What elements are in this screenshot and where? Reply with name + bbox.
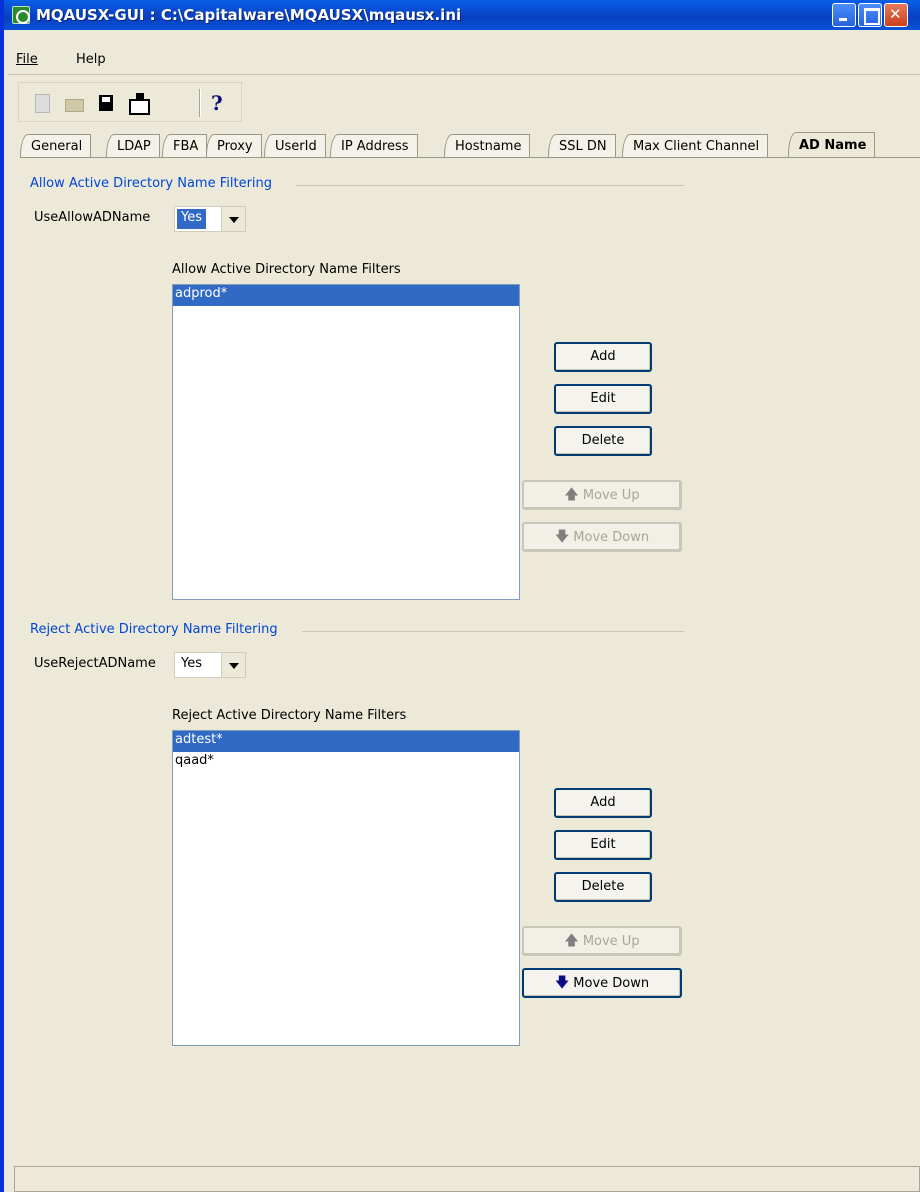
window-title: MQAUSX-GUI : C:\Capitalware\MQAUSX\mqaus… bbox=[36, 6, 462, 24]
tab-baseline bbox=[20, 157, 920, 158]
menu-help-label: Help bbox=[76, 52, 106, 67]
close-button[interactable] bbox=[884, 3, 908, 27]
save-disk-icon[interactable] bbox=[96, 93, 116, 113]
allow-filter-list[interactable]: adprod* bbox=[172, 284, 520, 600]
toolbar-divider bbox=[199, 89, 201, 117]
reject-filter-list[interactable]: adtest* qaad* bbox=[172, 730, 520, 1046]
use-allow-adname-label: UseAllowADName bbox=[34, 210, 151, 225]
list-item[interactable]: adtest* bbox=[173, 731, 519, 752]
button-label: Move Down bbox=[573, 976, 650, 991]
new-file-icon[interactable] bbox=[32, 93, 52, 113]
allow-section-title: Allow Active Directory Name Filtering bbox=[30, 176, 273, 191]
tab-hostname[interactable]: Hostname bbox=[444, 134, 531, 158]
arrow-up-icon: 🡅 bbox=[564, 933, 579, 949]
allow-delete-button[interactable]: Delete bbox=[554, 426, 652, 456]
toolbar: ? bbox=[18, 82, 242, 122]
tab-ad-name[interactable]: AD Name bbox=[788, 132, 876, 158]
menu-bar: File Help bbox=[8, 46, 920, 70]
menu-help[interactable]: Help bbox=[76, 52, 106, 67]
reject-list-label: Reject Active Directory Name Filters bbox=[172, 708, 407, 723]
tab-general[interactable]: General bbox=[20, 134, 92, 158]
tab-bar: General LDAP FBA Proxy UserId IP Address… bbox=[20, 132, 920, 158]
button-label: Move Up bbox=[582, 488, 640, 503]
list-item[interactable]: adprod* bbox=[173, 285, 519, 306]
tab-label: Proxy bbox=[217, 139, 253, 154]
list-item[interactable]: qaad* bbox=[173, 752, 519, 773]
reject-section-rule bbox=[302, 631, 684, 632]
button-label: Move Down bbox=[573, 530, 650, 545]
tab-userid[interactable]: UserId bbox=[264, 134, 326, 158]
reject-move-down-button[interactable]: 🡇 Move Down bbox=[522, 968, 682, 998]
tab-label: IP Address bbox=[341, 139, 409, 154]
help-icon[interactable]: ? bbox=[211, 91, 231, 115]
combo-value: Yes bbox=[177, 209, 206, 229]
tab-proxy[interactable]: Proxy bbox=[206, 134, 262, 158]
tab-label: General bbox=[31, 139, 83, 154]
reject-move-up-button[interactable]: 🡅 Move Up bbox=[522, 926, 682, 956]
combo-value: Yes bbox=[181, 656, 202, 671]
reject-delete-button[interactable]: Delete bbox=[554, 872, 652, 902]
chevron-down-icon[interactable] bbox=[221, 653, 245, 677]
tab-label: LDAP bbox=[117, 139, 151, 154]
tab-label: UserId bbox=[275, 139, 317, 154]
tab-label: Hostname bbox=[455, 139, 522, 154]
use-reject-adname-combo[interactable]: Yes bbox=[174, 652, 246, 678]
reject-add-button[interactable]: Add bbox=[554, 788, 652, 818]
tab-ip-address[interactable]: IP Address bbox=[330, 134, 418, 158]
menu-separator bbox=[8, 74, 920, 75]
tab-ssl-dn[interactable]: SSL DN bbox=[548, 134, 616, 158]
app-icon bbox=[12, 6, 30, 24]
tab-label: Max Client Channel bbox=[633, 139, 760, 154]
app-window: MQAUSX-GUI : C:\Capitalware\MQAUSX\mqaus… bbox=[0, 0, 920, 1192]
allow-list-label: Allow Active Directory Name Filters bbox=[172, 262, 401, 277]
menu-file-label: File bbox=[16, 52, 38, 67]
title-bar[interactable]: MQAUSX-GUI : C:\Capitalware\MQAUSX\mqaus… bbox=[4, 0, 920, 30]
maximize-button[interactable] bbox=[858, 3, 882, 27]
allow-edit-button[interactable]: Edit bbox=[554, 384, 652, 414]
allow-add-button[interactable]: Add bbox=[554, 342, 652, 372]
tab-fba[interactable]: FBA bbox=[162, 134, 208, 158]
button-label: Move Up bbox=[582, 934, 640, 949]
menu-file[interactable]: File bbox=[16, 52, 38, 67]
tab-label: AD Name bbox=[799, 138, 867, 153]
use-reject-adname-label: UseRejectADName bbox=[34, 656, 156, 671]
reject-section-title: Reject Active Directory Name Filtering bbox=[30, 622, 278, 637]
tab-label: FBA bbox=[173, 139, 199, 154]
tab-ldap[interactable]: LDAP bbox=[106, 134, 160, 158]
open-folder-icon[interactable] bbox=[64, 93, 84, 113]
arrow-down-icon: 🡇 bbox=[554, 975, 570, 991]
save-as-icon[interactable] bbox=[128, 93, 150, 115]
arrow-up-icon: 🡅 bbox=[564, 487, 579, 503]
use-allow-adname-combo[interactable]: Yes bbox=[174, 206, 246, 232]
chevron-down-icon[interactable] bbox=[221, 207, 245, 231]
status-bar bbox=[14, 1166, 920, 1192]
allow-move-down-button[interactable]: 🡇 Move Down bbox=[522, 522, 682, 552]
tab-label: SSL DN bbox=[559, 139, 607, 154]
minimize-button[interactable] bbox=[832, 3, 856, 27]
allow-section-rule bbox=[296, 185, 684, 186]
arrow-down-icon: 🡇 bbox=[554, 529, 570, 545]
tab-max-client-channel[interactable]: Max Client Channel bbox=[622, 134, 769, 158]
allow-move-up-button[interactable]: 🡅 Move Up bbox=[522, 480, 682, 510]
reject-edit-button[interactable]: Edit bbox=[554, 830, 652, 860]
